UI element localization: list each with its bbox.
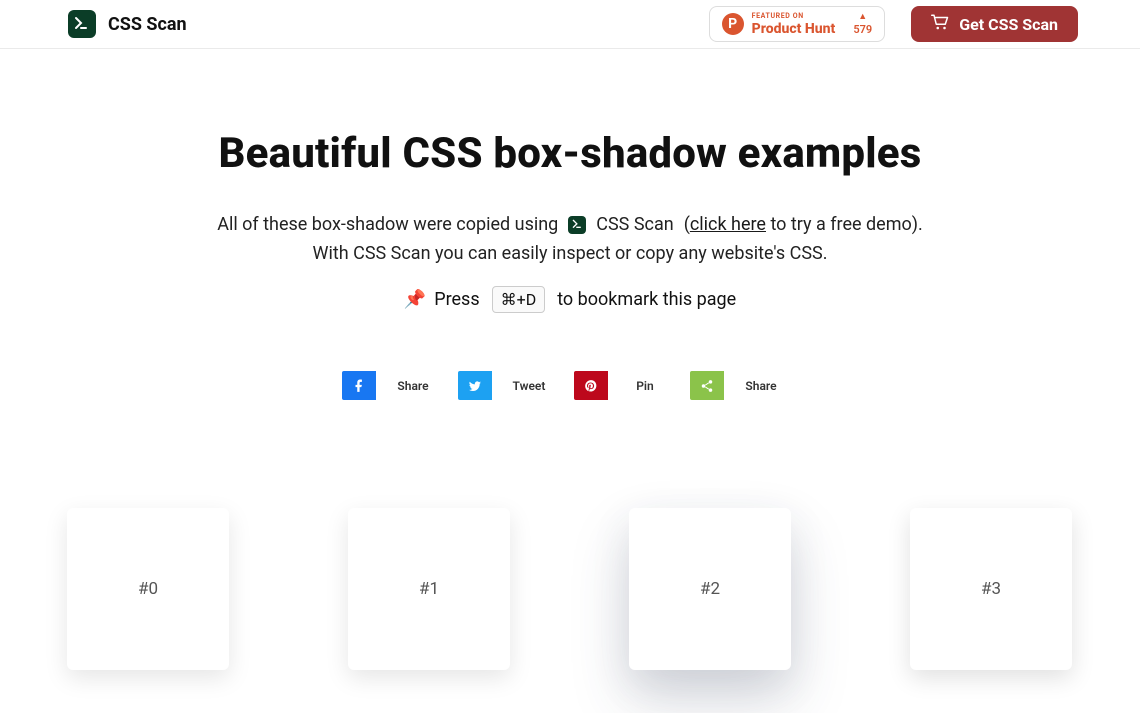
share-pinterest-label: Pin: [608, 371, 682, 400]
pinterest-icon: [574, 371, 608, 400]
product-hunt-icon: P: [722, 13, 744, 35]
intro-line-1: All of these box-shadow were copied usin…: [217, 214, 923, 235]
twitter-icon: [458, 371, 492, 400]
sharethis-icon: [690, 371, 724, 400]
example-card[interactable]: #3: [910, 508, 1072, 670]
example-card[interactable]: #2: [629, 508, 791, 670]
example-label: #3: [981, 579, 1001, 599]
site-header: CSS Scan P FEATURED ON Product Hunt ▲ 57…: [0, 0, 1140, 49]
header-left: CSS Scan: [68, 10, 187, 38]
intro-before-logo: All of these box-shadow were copied usin…: [217, 214, 558, 235]
main-content: Beautiful CSS box-shadow examples All of…: [0, 49, 1140, 670]
share-facebook-button[interactable]: Share: [342, 371, 450, 400]
caret-up-icon: ▲: [858, 13, 867, 22]
share-sharethis-button[interactable]: Share: [690, 371, 798, 400]
share-pinterest-button[interactable]: Pin: [574, 371, 682, 400]
facebook-icon: [342, 371, 376, 400]
example-card[interactable]: #1: [348, 508, 510, 670]
example-label: #0: [138, 579, 158, 599]
press-label: Press: [434, 289, 479, 310]
shortcut-kbd: ⌘+D: [492, 286, 546, 313]
cart-icon: [931, 14, 949, 34]
brand-logo-icon: [68, 10, 96, 38]
share-row: Share Tweet Pin Share: [0, 371, 1140, 400]
intro-text: All of these box-shadow were copied usin…: [0, 214, 1140, 264]
bookmark-tail: to bookmark this page: [557, 289, 736, 310]
get-css-scan-label: Get CSS Scan: [959, 15, 1058, 34]
example-label: #1: [419, 579, 439, 599]
share-twitter-button[interactable]: Tweet: [458, 371, 566, 400]
pushpin-icon: 📌: [404, 289, 426, 310]
product-hunt-name: Product Hunt: [752, 22, 836, 36]
share-facebook-label: Share: [376, 371, 450, 400]
product-hunt-badge[interactable]: P FEATURED ON Product Hunt ▲ 579: [709, 6, 886, 42]
product-hunt-text: FEATURED ON Product Hunt: [752, 13, 836, 36]
header-right: P FEATURED ON Product Hunt ▲ 579 Get CSS…: [709, 6, 1078, 42]
intro-line-2: With CSS Scan you can easily inspect or …: [313, 243, 828, 264]
click-here-link[interactable]: click here: [690, 214, 766, 235]
press-row: 📌 Press ⌘+D to bookmark this page: [0, 286, 1140, 313]
product-hunt-upvote-count: 579: [853, 24, 872, 35]
examples-grid: #0 #1 #2 #3: [0, 508, 1140, 670]
get-css-scan-button[interactable]: Get CSS Scan: [911, 6, 1078, 42]
example-label: #2: [700, 579, 720, 599]
share-twitter-label: Tweet: [492, 371, 566, 400]
brand-logo-inline-icon: [568, 216, 586, 234]
intro-paren-group: (click here to try a free demo).: [684, 214, 923, 235]
page-title: Beautiful CSS box-shadow examples: [0, 129, 1140, 178]
share-sharethis-label: Share: [724, 371, 798, 400]
demo-tail: to try a free demo).: [766, 214, 923, 235]
product-hunt-featured-label: FEATURED ON: [752, 13, 836, 20]
product-hunt-upvote: ▲ 579: [853, 13, 872, 35]
intro-inline-brand: CSS Scan: [596, 214, 673, 235]
brand-name[interactable]: CSS Scan: [108, 14, 187, 35]
example-card[interactable]: #0: [67, 508, 229, 670]
